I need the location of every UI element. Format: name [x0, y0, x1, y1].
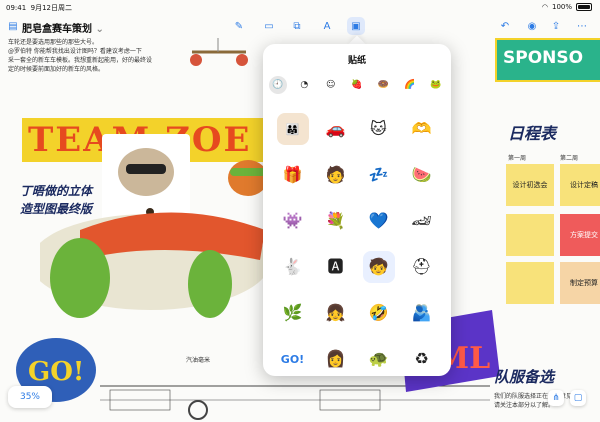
sticky-note[interactable]: 方案提交	[560, 214, 600, 256]
team-select-title: 队服备选	[494, 368, 555, 386]
thumbnail-icon[interactable]: ▢	[570, 390, 586, 406]
family-photo-sticker[interactable]: 👨‍👩‍👧	[271, 106, 314, 152]
sticky-note[interactable]: 设计定稿	[560, 164, 600, 206]
memoji-woman-sticker[interactable]: 👩	[314, 336, 357, 376]
sticker-glyph: 🧒	[362, 251, 395, 283]
share-icon[interactable]: ⇪	[547, 17, 565, 35]
svg-text:GO!: GO!	[28, 357, 84, 387]
flowers-sticker[interactable]: 💐	[314, 198, 357, 244]
text-icon[interactable]: A	[318, 17, 336, 35]
sticker-glyph: 🎁	[276, 159, 309, 191]
red-car-sticker[interactable]: 🚗	[314, 106, 357, 152]
car-caption: 汽油毫米	[186, 357, 211, 364]
more-icon[interactable]: ⋯	[573, 17, 591, 35]
recycle-sticker[interactable]: ♻	[400, 336, 443, 376]
sticker-glyph: GO!	[276, 343, 309, 375]
sticker-glyph: 🤣	[362, 297, 395, 329]
battery-percent: 100%	[551, 3, 572, 11]
smiley-icon[interactable]: ☺	[322, 76, 340, 94]
sticker-glyph: 🐢	[362, 343, 395, 375]
board-title[interactable]: 肥皂盒赛车策划 ⌄	[22, 20, 104, 35]
sponsor-banner[interactable]: SPONSO	[495, 38, 600, 82]
battery-icon	[576, 3, 592, 11]
moon-icon[interactable]: ◔	[295, 76, 313, 94]
helmet-sticker[interactable]: ⛑	[400, 244, 443, 290]
cat-sticker[interactable]: 🐱	[357, 106, 400, 152]
status-bar: 09:41 9月12日周二 ◠ 100%	[0, 0, 600, 14]
heart-hands-sticker[interactable]: 🫶	[400, 106, 443, 152]
status-indicators: ◠ 100%	[542, 3, 592, 11]
donut-icon[interactable]: 🍩	[374, 76, 392, 94]
gift-box-sticker[interactable]: 🎁	[271, 152, 314, 198]
sticker-category-bar: 🕘 ◔ ☺ 🍓 🍩 🌈 🐸	[269, 76, 445, 94]
blue-heart-sticker[interactable]: 💙	[357, 198, 400, 244]
sticker-glyph: ♻	[405, 343, 438, 375]
go-sticker[interactable]: GO!	[271, 336, 314, 376]
sticker-glyph: 🫂	[405, 297, 438, 329]
sticker-glyph: 🌿	[276, 297, 309, 329]
zoom-level-button[interactable]: 35%	[8, 386, 52, 408]
week2-header: 第二周	[560, 155, 579, 162]
monstera-leaf-sticker[interactable]: 🌿	[271, 290, 314, 336]
memoji-sticker[interactable]: 🧑	[314, 152, 357, 198]
clock-icon[interactable]: 🕘	[269, 76, 287, 94]
shapes-icon[interactable]: ⧉	[288, 17, 306, 35]
memoji-girl-sticker[interactable]: 👧	[314, 290, 357, 336]
sticky-note[interactable]: 设计初选会	[506, 164, 554, 206]
sticky-note-blank[interactable]	[506, 214, 554, 256]
sticker-glyph: 🫶	[405, 113, 438, 145]
sticker-glyph: 💐	[319, 205, 352, 237]
sticker-glyph: 💙	[362, 205, 395, 237]
sticker-glyph: 🧑	[319, 159, 352, 191]
sticker-glyph: 🐇	[276, 251, 309, 283]
strawberry-icon[interactable]: 🍓	[348, 76, 366, 94]
sticker-glyph: 👾	[276, 205, 309, 237]
sticker-glyph: 🐱	[362, 113, 395, 145]
go-kart-sketch	[190, 38, 248, 66]
sticker-glyph: 🍉	[405, 159, 438, 191]
rabbit-sticker[interactable]: 🐇	[271, 244, 314, 290]
connector-icon[interactable]: ⋔	[548, 390, 564, 406]
sticker-glyph: 👨‍👩‍👧	[276, 113, 309, 145]
schedule-title: 日程表	[508, 124, 557, 143]
a-plus-sticker[interactable]: 🅰	[314, 244, 357, 290]
undo-icon[interactable]: ↶	[496, 17, 514, 35]
sticker-glyph: 👩	[319, 343, 352, 375]
sticker-popover: 贴纸 🕘 ◔ ☺ 🍓 🍩 🌈 🐸 👨‍👩‍👧 🚗 🐱 🫶 🎁 🧑 💤 🍉 👾 💐 💙 🏎 🐇 🅰 🧒 ⛑ 🌿 👧 🤣 🫂 GO! 👩 🐢…	[263, 44, 451, 376]
sticker-glyph: 🏎	[405, 205, 438, 237]
wifi-icon: ◠	[541, 3, 548, 11]
sticker-grid: 👨‍👩‍👧 🚗 🐱 🫶 🎁 🧑 💤 🍉 👾 💐 💙 🏎 🐇 🅰 🧒 ⛑ 🌿 👧 🤣 🫂 GO! 👩 🐢 ♻	[271, 106, 443, 376]
media-icon[interactable]: ▣	[347, 17, 365, 35]
watermelon-sticker[interactable]: 🍉	[400, 152, 443, 198]
status-time-date: 09:41 9月12日周二	[6, 4, 73, 12]
sticker-glyph: 👧	[319, 297, 352, 329]
pen-icon[interactable]: ✎	[230, 17, 248, 35]
person-photo-sticker[interactable]: 🧒	[357, 244, 400, 290]
sticky-note[interactable]: 制定预算	[560, 262, 600, 304]
race-car-sticker[interactable]: 🏎	[400, 198, 443, 244]
week1-header: 第一周	[508, 155, 527, 162]
sticky-note-blank[interactable]	[506, 262, 554, 304]
sticker-glyph: ⛑	[405, 251, 438, 283]
zzz-sticker[interactable]: 💤	[357, 152, 400, 198]
sticker-glyph: 🅰	[319, 251, 352, 283]
frog-icon[interactable]: 🐸	[427, 76, 445, 94]
turtle-sticker[interactable]: 🐢	[357, 336, 400, 376]
race-car-illustration[interactable]	[40, 200, 270, 320]
sticker-glyph: 💤	[362, 159, 395, 191]
laughing-emoji-sticker[interactable]: 🤣	[357, 290, 400, 336]
intro-note: 车轮还是要选用那些的那些大号。 @罗伯特 你能帮我找出设计图吗？看建议考虑一下 …	[8, 39, 153, 73]
note-icon[interactable]: ▭	[260, 17, 278, 35]
sticker-glyph: 🚗	[319, 113, 352, 145]
hug-photo-sticker[interactable]: 🫂	[400, 290, 443, 336]
popover-title: 贴纸	[347, 56, 366, 66]
rainbow-icon[interactable]: 🌈	[401, 76, 419, 94]
collaborate-icon[interactable]: ◉	[523, 17, 541, 35]
sidebar-icon[interactable]: ▤	[4, 17, 22, 35]
monster-sticker[interactable]: 👾	[271, 198, 314, 244]
